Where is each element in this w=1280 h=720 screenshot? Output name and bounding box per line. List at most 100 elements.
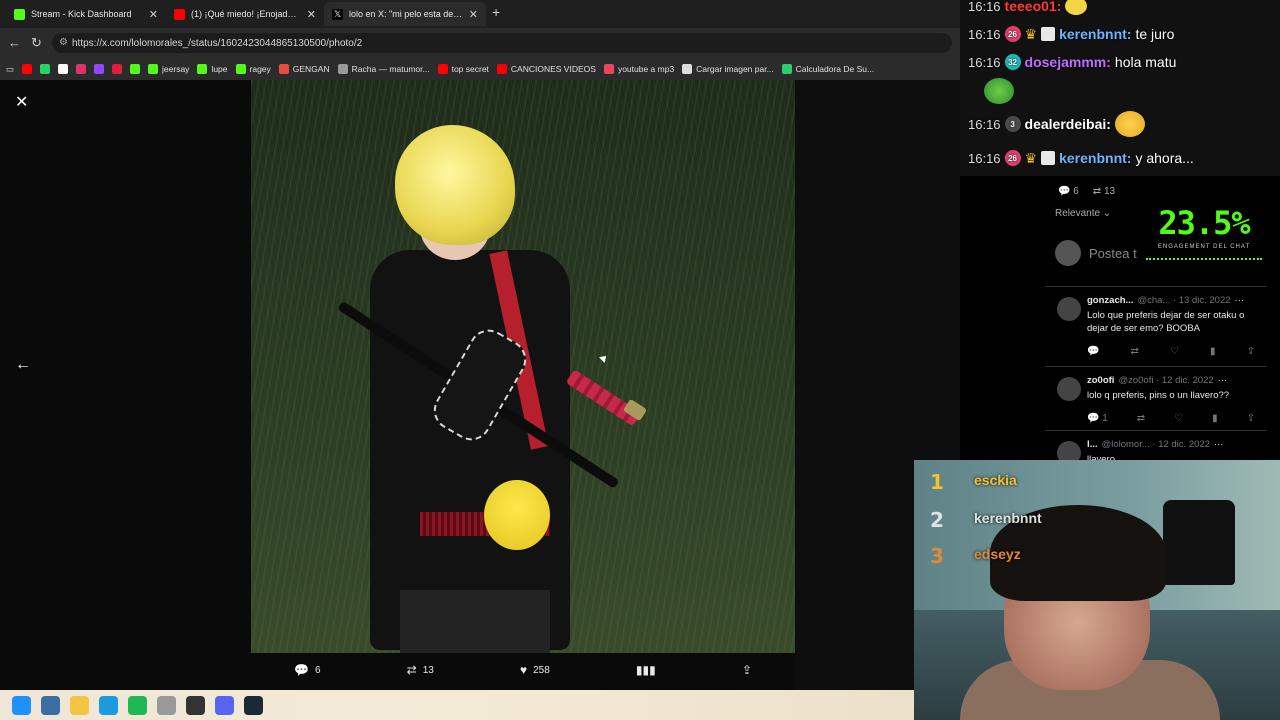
subscriber-badge: 3 [1004, 116, 1021, 132]
chat-timestamp: 16:16 [968, 26, 1001, 42]
bookmark-item[interactable]: top secret [437, 64, 489, 74]
sort-label: Relevante [1055, 208, 1101, 219]
bookmark-item[interactable] [130, 64, 141, 74]
more-options-icon[interactable]: ··· [1214, 439, 1224, 450]
bookmark-item[interactable]: Calculadora De Su... [781, 64, 874, 74]
leaderboard-name: edseyz [974, 546, 1021, 562]
chat-message: 16:16 3 dealerdeibai: [968, 111, 1145, 137]
kick-icon [130, 64, 141, 74]
close-icon[interactable]: ✕ [15, 92, 28, 112]
share-icon[interactable]: ⇪ [1247, 413, 1255, 424]
steam-icon[interactable] [244, 695, 263, 715]
heart-icon[interactable]: ♡ [1174, 413, 1183, 424]
discord-icon[interactable] [215, 695, 234, 715]
site-info-icon[interactable]: ⚙ [59, 37, 68, 48]
avatar[interactable] [1057, 377, 1081, 401]
reply-icon[interactable]: 💬 [1087, 346, 1099, 357]
bookmark-item[interactable]: ragey [235, 64, 271, 74]
windows-start-icon[interactable] [12, 695, 31, 715]
reply-composer[interactable]: Postea t [1055, 240, 1137, 266]
heart-icon[interactable]: ♡ [1170, 346, 1179, 357]
bookmark-item[interactable]: Cargar imagen par... [682, 64, 774, 74]
views-button[interactable]: ▮▮▮ [636, 663, 656, 677]
bookmark-item[interactable]: youtube a mp3 [603, 64, 674, 74]
bookmark-item[interactable]: GENGAN [278, 64, 330, 74]
repost-button[interactable]: ⇄ 13 [407, 663, 434, 677]
repost-icon[interactable]: ⇄ [1131, 346, 1139, 357]
analytics-icon[interactable]: ▮ [1212, 413, 1218, 424]
subscriber-badge: 26 [1004, 150, 1021, 166]
store-icon[interactable] [41, 695, 60, 715]
chat-username[interactable]: teeeo01: [1005, 0, 1062, 14]
gengan-icon [278, 64, 289, 74]
previous-photo-icon[interactable]: ← [15, 356, 31, 374]
avatar[interactable] [1057, 297, 1081, 321]
chat-username[interactable]: kerenbnnt: [1059, 150, 1131, 166]
more-options-icon[interactable]: ··· [1218, 375, 1228, 386]
analytics-icon[interactable]: ▮ [1210, 346, 1216, 357]
reply-author-name[interactable]: gonzach... [1087, 295, 1133, 306]
reply-icon[interactable]: 💬 1 [1087, 413, 1108, 424]
tweety-bag [484, 480, 550, 550]
reply-author-name[interactable]: zo0ofi [1087, 375, 1114, 386]
bookmark-item[interactable] [94, 64, 105, 74]
share-icon: ⇪ [741, 663, 752, 677]
bookmark-item[interactable]: jeersay [148, 64, 189, 74]
whatsapp-icon [40, 64, 51, 74]
chat-username[interactable]: dealerdeibai: [1025, 116, 1111, 132]
more-options-icon[interactable]: ··· [1235, 295, 1245, 306]
reload-icon[interactable]: ↻ [31, 35, 42, 51]
new-tab-button[interactable]: + [492, 4, 500, 20]
reply-tweet[interactable]: zo0ofi @zo0ofi · 12 dic. 2022 ··· lolo q pr… [1045, 366, 1267, 424]
close-tab-icon[interactable]: ✕ [307, 8, 316, 21]
tab-x-post[interactable]: 𝕏 lolo en X: "mi pelo esta del color d..… [324, 2, 486, 26]
reply-author-name[interactable]: l... [1087, 439, 1098, 450]
chat-username[interactable]: dosejammm: [1025, 54, 1111, 70]
close-tab-icon[interactable]: ✕ [149, 8, 158, 21]
bookmark-item[interactable]: lupe [197, 64, 228, 74]
url-field[interactable]: ⚙ https://x.com/lolomorales_/status/1602… [52, 33, 952, 53]
share-button[interactable]: ⇪ [742, 663, 752, 677]
reply-count: 6 [315, 664, 321, 676]
twitch-icon [94, 64, 105, 74]
close-tab-icon[interactable]: ✕ [469, 8, 478, 21]
sort-dropdown[interactable]: Relevante ⌄ [1055, 208, 1111, 219]
chat-text: te juro [1135, 26, 1175, 42]
back-icon[interactable]: ← [8, 35, 21, 50]
repost-icon[interactable]: ⇄ [1137, 413, 1145, 424]
repost-stat[interactable]: ⇄ 13 [1093, 186, 1115, 197]
share-icon[interactable]: ⇪ [1247, 346, 1255, 357]
spotify-icon[interactable] [128, 695, 147, 715]
analytics-icon: ▮▮▮ [635, 663, 656, 677]
chat-message: 16:16 26 ♛ kerenbnnt: te juro [968, 22, 1174, 46]
tab-title: (1) ¡Qué miedo! ¡Enojado Mike Tyson... [191, 9, 301, 19]
file-explorer-icon[interactable] [70, 695, 89, 715]
bookmark-item[interactable]: Racha — matumor... [337, 64, 430, 74]
tab-kick-dashboard[interactable]: Stream - Kick Dashboard ✕ [6, 2, 166, 26]
reply-icon: 💬 [294, 663, 309, 677]
edge-icon[interactable] [99, 695, 118, 715]
instagram-icon [76, 64, 87, 74]
person-legs [400, 590, 550, 653]
obs-icon[interactable] [186, 695, 205, 715]
x-icon [58, 64, 69, 74]
chat-username[interactable]: kerenbnnt: [1059, 26, 1131, 42]
ccleaner-icon[interactable] [157, 695, 176, 715]
reply-stat[interactable]: 💬 6 [1058, 186, 1079, 197]
bookmark-item[interactable] [112, 64, 123, 74]
bookmark-item[interactable] [76, 64, 87, 74]
bookmark-label: CANCIONES VIDEOS [510, 64, 596, 74]
hanging-shirt [1163, 500, 1235, 585]
youtube-icon [174, 8, 185, 20]
bookmark-item[interactable] [40, 64, 51, 74]
reply-button[interactable]: 💬 6 [294, 663, 321, 677]
reply-tweet[interactable]: gonzach... @cha... · 13 dic. 2022 ··· Lolo … [1045, 286, 1267, 357]
like-button[interactable]: ♥ 258 [520, 663, 550, 677]
bookmark-item[interactable] [22, 64, 33, 74]
reading-list-icon[interactable]: ▭ [6, 64, 14, 75]
tab-youtube-video[interactable]: (1) ¡Qué miedo! ¡Enojado Mike Tyson... ✕ [166, 2, 324, 26]
bookmark-item[interactable] [58, 64, 69, 74]
bookmark-item[interactable]: CANCIONES VIDEOS [496, 64, 596, 74]
leaderboard-name: kerenbnnt [974, 510, 1042, 526]
windows-taskbar [0, 690, 914, 720]
